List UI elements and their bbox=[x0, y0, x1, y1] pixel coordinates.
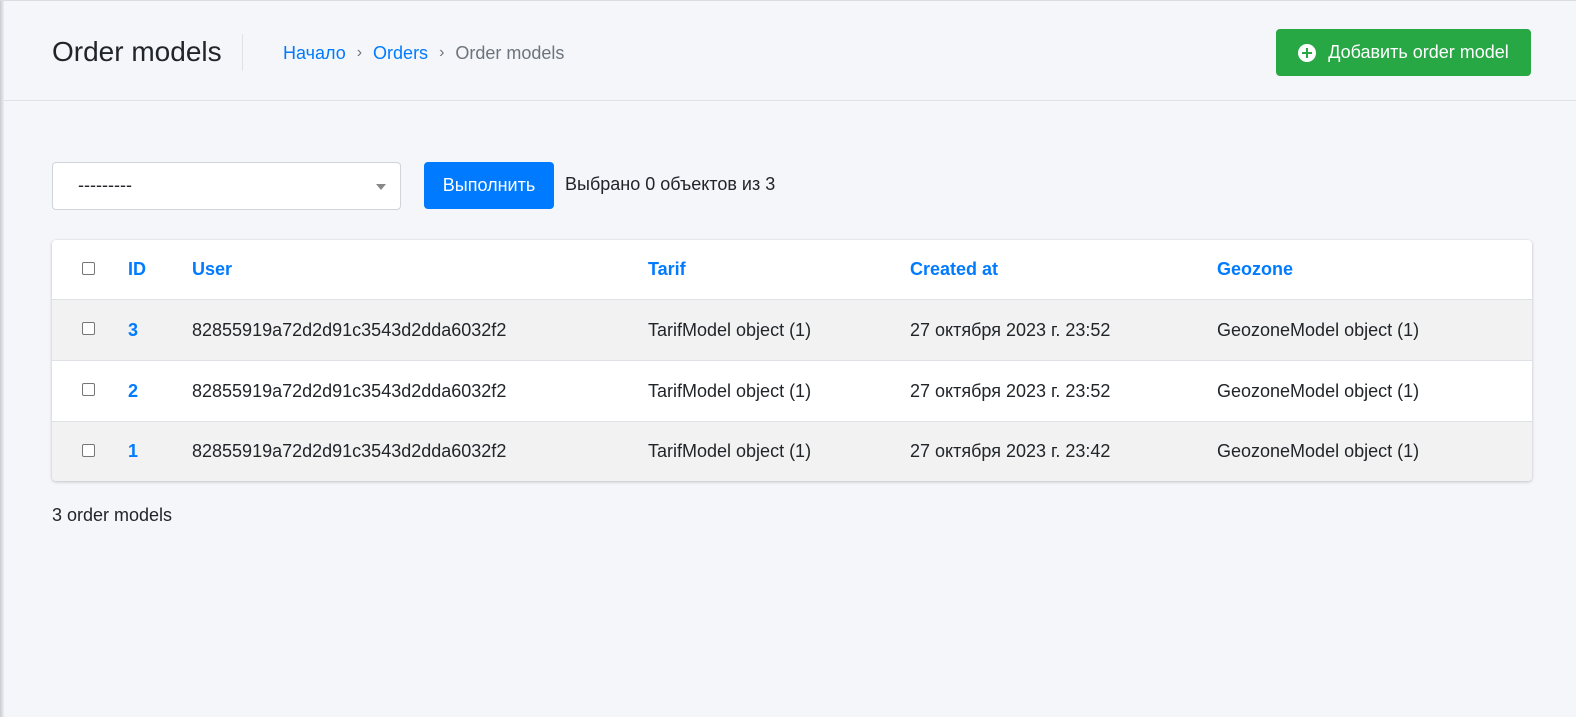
breadcrumb: Начало › Orders › Order models bbox=[283, 41, 564, 65]
row-created-at: 27 октября 2023 г. 23:42 bbox=[910, 441, 1111, 461]
table-row: 1 82855919a72d2d91c3543d2dda6032f2 Tarif… bbox=[52, 421, 1532, 481]
row-checkbox[interactable] bbox=[82, 383, 95, 396]
row-user: 82855919a72d2d91c3543d2dda6032f2 bbox=[192, 319, 507, 340]
run-action-button[interactable]: Выполнить bbox=[424, 162, 554, 209]
action-select-value: --------- bbox=[78, 175, 132, 195]
table-row: 3 82855919a72d2d91c3543d2dda6032f2 Tarif… bbox=[52, 299, 1532, 360]
column-header-tarif[interactable]: Tarif bbox=[648, 240, 686, 299]
page-title: Order models bbox=[52, 36, 222, 67]
row-created-at: 27 октября 2023 г. 23:52 bbox=[910, 380, 1111, 401]
caret-down-icon bbox=[376, 184, 386, 190]
add-order-model-label: Добавить order model bbox=[1328, 42, 1509, 62]
row-user: 82855919a72d2d91c3543d2dda6032f2 bbox=[192, 380, 507, 401]
row-id-link[interactable]: 2 bbox=[128, 361, 138, 421]
column-header-id[interactable]: ID bbox=[128, 240, 146, 299]
table-header-row: ID User Tarif Created at Geozone bbox=[52, 240, 1532, 299]
row-geozone: GeozoneModel object (1) bbox=[1217, 441, 1420, 461]
row-user: 82855919a72d2d91c3543d2dda6032f2 bbox=[192, 441, 507, 461]
row-checkbox-cell bbox=[82, 361, 95, 421]
row-geozone: GeozoneModel object (1) bbox=[1217, 319, 1420, 340]
row-tarif: TarifModel object (1) bbox=[648, 319, 812, 340]
action-select[interactable]: --------- bbox=[52, 162, 401, 210]
select-all-cell bbox=[82, 240, 95, 299]
row-id-link[interactable]: 3 bbox=[128, 300, 138, 360]
table-row: 2 82855919a72d2d91c3543d2dda6032f2 Tarif… bbox=[52, 360, 1532, 421]
result-count: 3 order models bbox=[52, 505, 173, 525]
sidebar-edge bbox=[0, 0, 4, 717]
plus-circle-icon bbox=[1298, 43, 1317, 62]
row-geozone: GeozoneModel object (1) bbox=[1217, 380, 1420, 401]
breadcrumb-home-link[interactable]: Начало bbox=[283, 41, 346, 65]
add-order-model-button[interactable]: Добавить order model bbox=[1276, 29, 1531, 76]
breadcrumb-current: Order models bbox=[455, 43, 565, 63]
content-header: Order models Начало › Orders › Order mod… bbox=[4, 1, 1576, 101]
row-checkbox[interactable] bbox=[82, 322, 95, 335]
column-header-geozone[interactable]: Geozone bbox=[1217, 240, 1293, 299]
row-checkbox-cell bbox=[82, 300, 95, 360]
column-header-user[interactable]: User bbox=[192, 240, 232, 299]
breadcrumb-separator: › bbox=[439, 44, 445, 61]
row-created-at: 27 октября 2023 г. 23:52 bbox=[910, 319, 1111, 340]
breadcrumb-orders-link[interactable]: Orders bbox=[373, 41, 428, 65]
row-checkbox[interactable] bbox=[82, 443, 95, 457]
results-table: ID User Tarif Created at Geozone 3 82855… bbox=[52, 240, 1532, 481]
column-header-created-at[interactable]: Created at bbox=[910, 240, 998, 299]
title-divider bbox=[242, 34, 243, 71]
selection-counter: Выбрано 0 объектов из 3 bbox=[565, 174, 776, 194]
breadcrumb-separator: › bbox=[356, 44, 363, 61]
row-checkbox-cell bbox=[82, 422, 95, 481]
row-tarif: TarifModel object (1) bbox=[648, 380, 812, 401]
row-id-link[interactable]: 1 bbox=[128, 422, 138, 481]
select-all-checkbox[interactable] bbox=[82, 261, 95, 275]
row-tarif: TarifModel object (1) bbox=[648, 441, 812, 461]
